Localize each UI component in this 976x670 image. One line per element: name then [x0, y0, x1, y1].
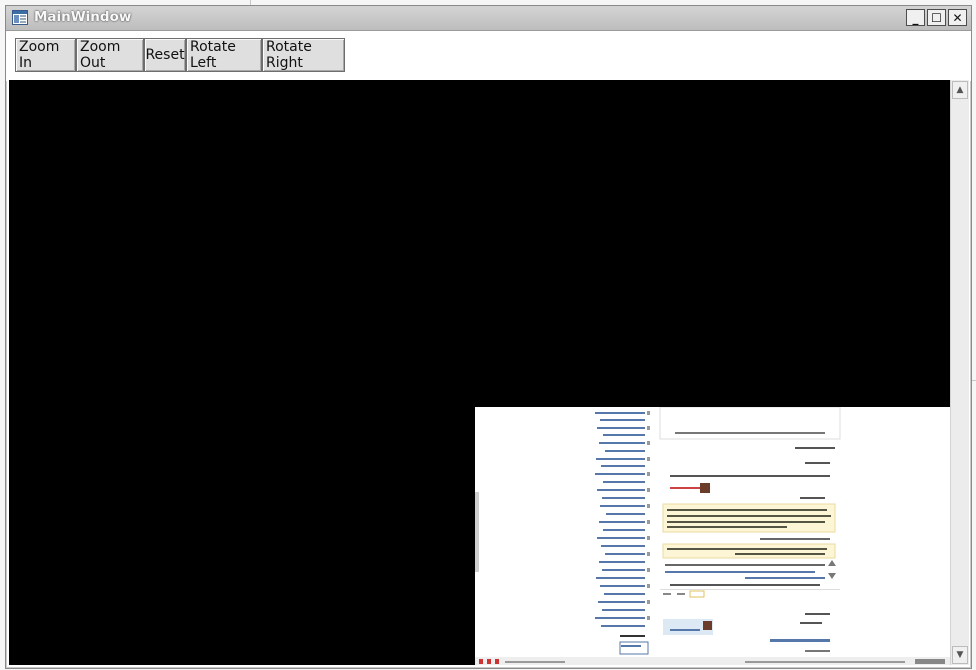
minimize-button[interactable]: _: [906, 9, 925, 26]
reset-button[interactable]: Reset: [144, 38, 186, 72]
toolbar: Zoom In Zoom Out Reset Rotate Left Rotat…: [6, 31, 971, 81]
scroll-up-icon[interactable]: ▲: [952, 81, 968, 99]
vertical-scrollbar[interactable]: ▲ ▼: [950, 80, 969, 665]
zoom-out-button[interactable]: Zoom Out: [76, 38, 144, 72]
title-bar[interactable]: MainWindow _ ☐ ✕: [6, 6, 971, 31]
rotate-right-button[interactable]: Rotate Right: [262, 38, 345, 72]
image-viewport[interactable]: [9, 80, 950, 665]
window-title: MainWindow: [34, 9, 132, 25]
scroll-down-icon[interactable]: ▼: [952, 646, 968, 664]
main-window: MainWindow _ ☐ ✕ Zoom In Zoom Out Reset …: [5, 5, 972, 669]
app-icon: [12, 10, 28, 25]
close-button[interactable]: ✕: [948, 9, 967, 26]
rotated-screenshot-image[interactable]: [475, 407, 950, 665]
rotate-left-button[interactable]: Rotate Left: [186, 38, 262, 72]
maximize-button[interactable]: ☐: [927, 9, 946, 26]
window-controls: _ ☐ ✕: [906, 9, 967, 26]
zoom-in-button[interactable]: Zoom In: [15, 38, 76, 72]
